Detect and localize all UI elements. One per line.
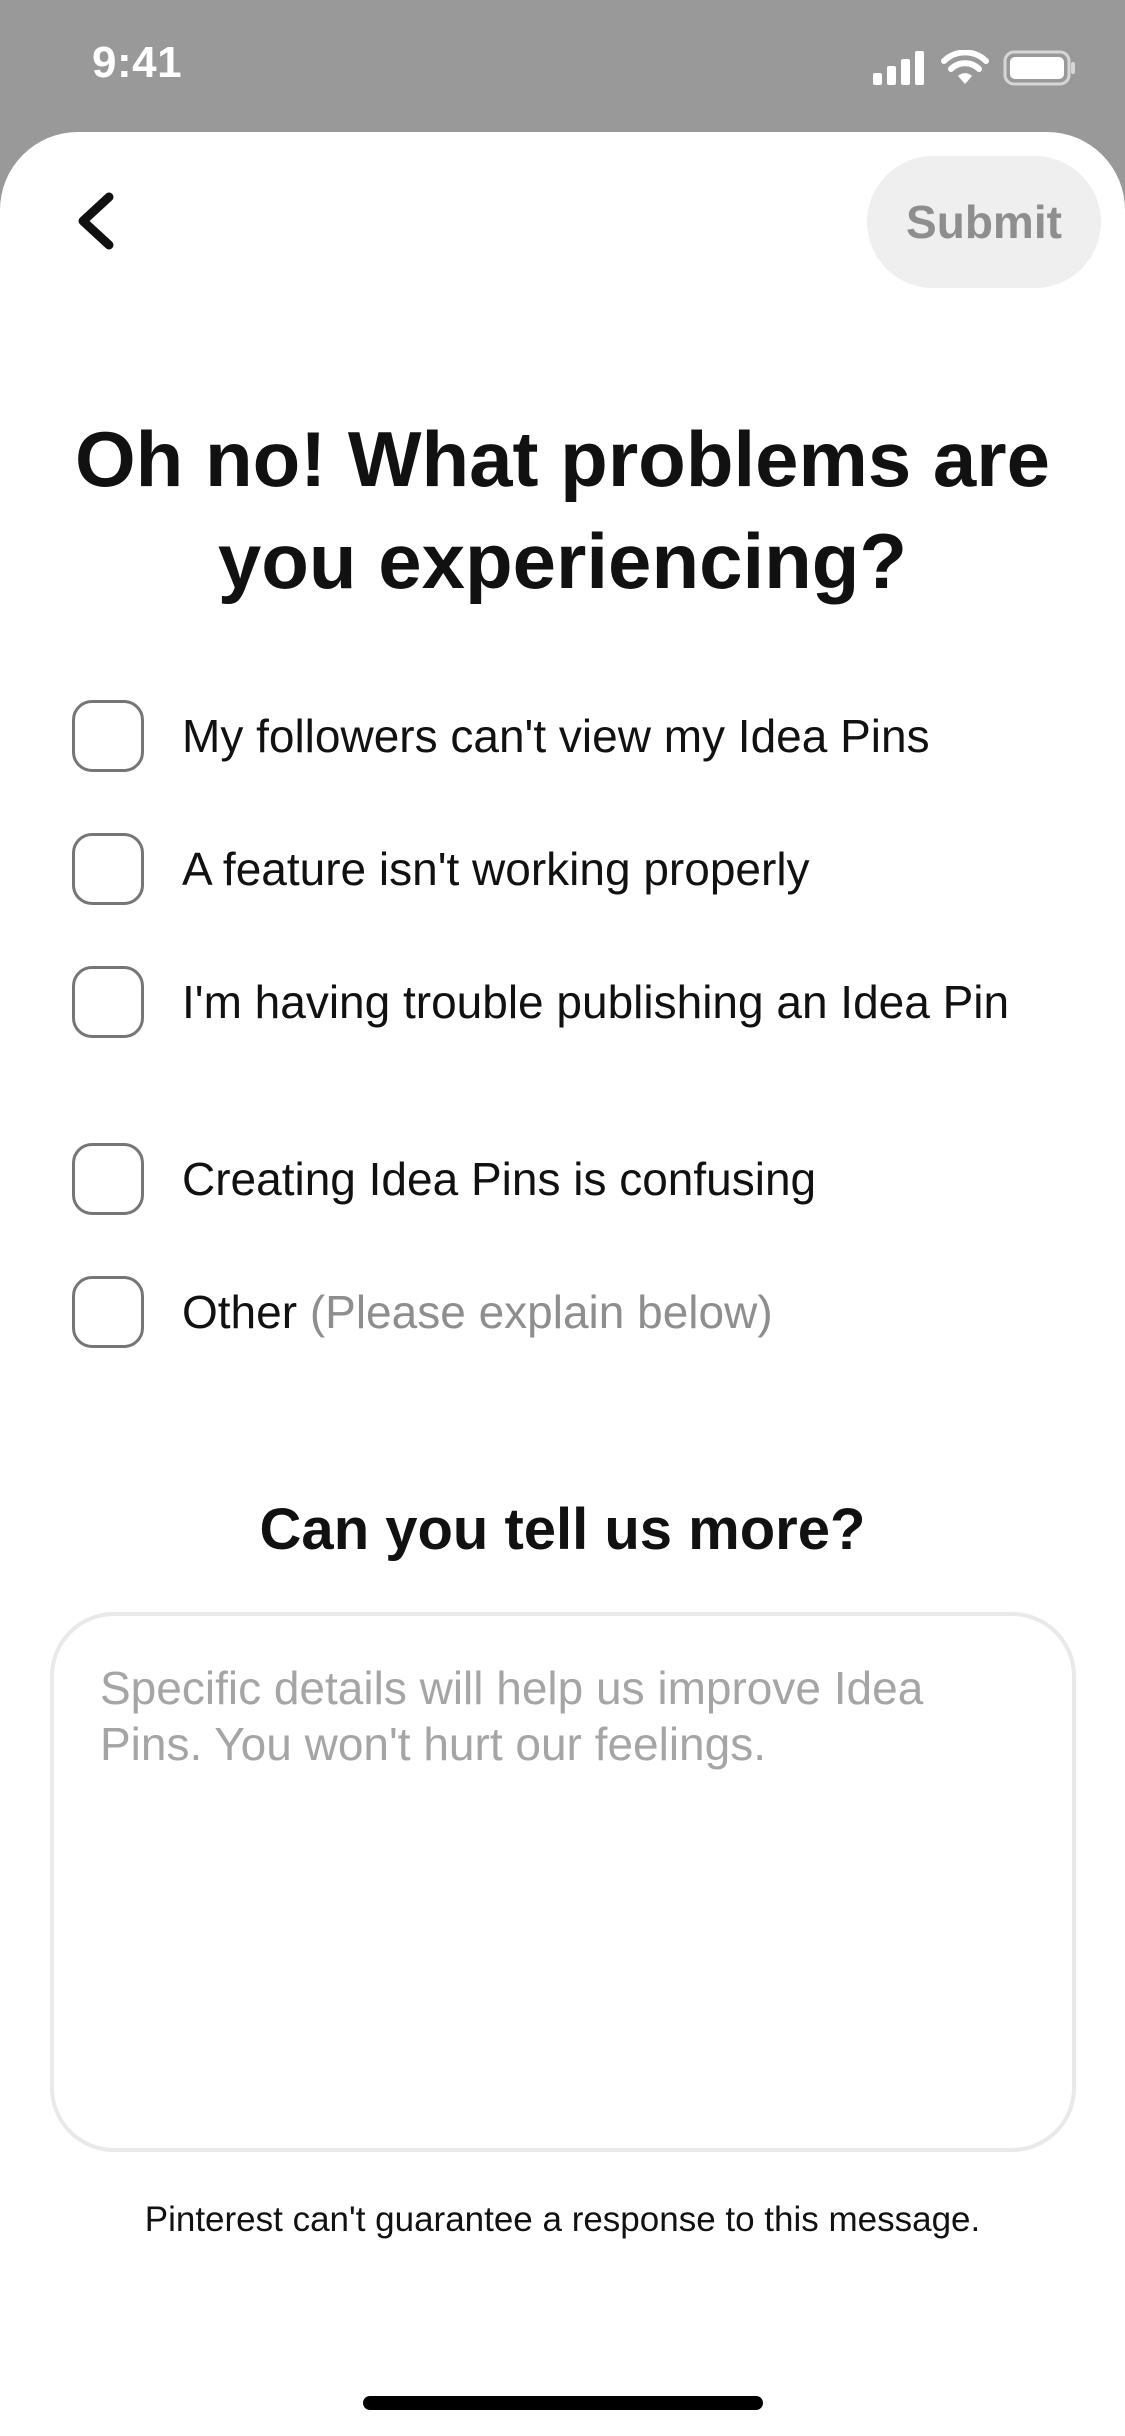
feedback-input[interactable] — [50, 1612, 1076, 2152]
wifi-icon — [941, 48, 989, 91]
cellular-signal-icon — [873, 50, 927, 90]
checkbox[interactable] — [72, 1143, 144, 1215]
status-icons — [873, 48, 1077, 91]
option-followers-cant-view[interactable]: My followers can't view my Idea Pins — [72, 700, 1072, 772]
page-title: Oh no! What problems are you experiencin… — [74, 415, 1051, 605]
option-label: A feature isn't working properly — [182, 843, 810, 895]
submit-button[interactable]: Submit — [867, 156, 1101, 288]
section-title: Can you tell us more? — [259, 1497, 866, 1562]
checkbox[interactable] — [72, 700, 144, 772]
option-label: I'm having trouble publishing an Idea Pi… — [182, 976, 1010, 1028]
option-other[interactable]: Other (Please explain below) — [72, 1276, 1072, 1348]
checkbox[interactable] — [72, 966, 144, 1038]
option-feature-not-working[interactable]: A feature isn't working properly — [72, 833, 1072, 905]
battery-icon — [1003, 50, 1077, 91]
option-label: Other (Please explain below) — [182, 1286, 773, 1338]
screen: 9:41 Submit Oh no! What problems are you… — [0, 0, 1125, 2436]
checkbox[interactable] — [72, 1276, 144, 1348]
option-label: Creating Idea Pins is confusing — [182, 1153, 817, 1205]
status-time: 9:41 — [92, 38, 183, 87]
disclaimer: Pinterest can't guarantee a response to … — [144, 2200, 981, 2239]
option-hint: (Please explain below) — [309, 1286, 773, 1338]
option-trouble-publishing[interactable]: I'm having trouble publishing an Idea Pi… — [72, 966, 1072, 1038]
back-button[interactable] — [60, 188, 130, 258]
option-label: My followers can't view my Idea Pins — [182, 710, 930, 762]
option-confusing[interactable]: Creating Idea Pins is confusing — [72, 1143, 1072, 1215]
status-bar: 9:41 — [0, 0, 1125, 135]
home-indicator[interactable] — [363, 2396, 763, 2410]
checkbox[interactable] — [72, 833, 144, 905]
chevron-left-icon — [73, 191, 117, 256]
